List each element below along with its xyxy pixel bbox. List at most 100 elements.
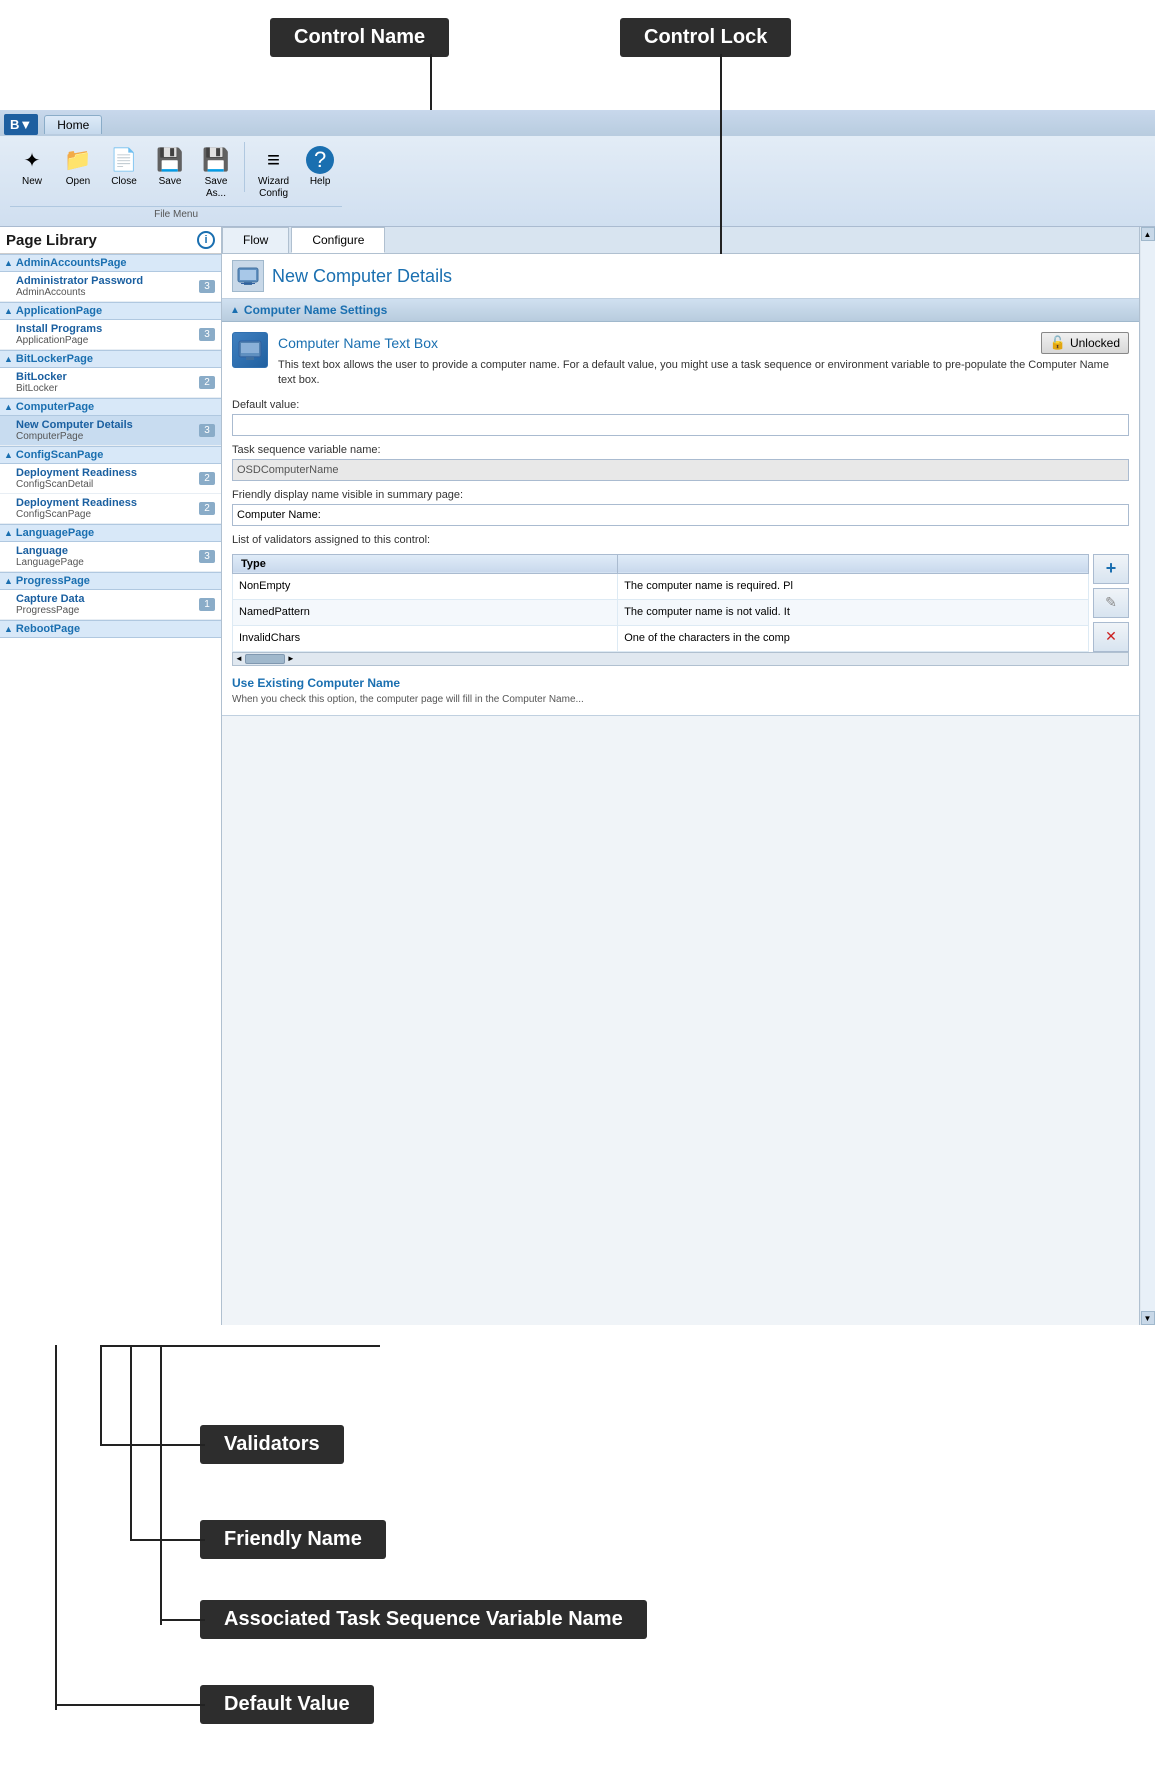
sidebar-item-admin-content: Administrator Password AdminAccounts bbox=[16, 275, 199, 298]
add-validator-button[interactable]: + bbox=[1093, 554, 1129, 584]
sidebar-item-bitlocker-sub: BitLocker bbox=[16, 383, 199, 394]
edit-validator-button[interactable]: ✎ bbox=[1093, 588, 1129, 618]
sidebar-group-bitlocker[interactable]: ▲ BitLockerPage bbox=[0, 350, 221, 368]
control-icon bbox=[232, 332, 268, 368]
sidebar-group-reboot[interactable]: ▲ RebootPage bbox=[0, 620, 221, 638]
sidebar-item-language[interactable]: Language LanguagePage 3 bbox=[0, 542, 221, 572]
sidebar-item-computer-name: New Computer Details bbox=[16, 419, 199, 431]
validators-col-type: Type bbox=[233, 554, 618, 573]
sidebar-item-admin-password[interactable]: Administrator Password AdminAccounts 3 bbox=[0, 272, 221, 302]
validators-callout: Validators bbox=[200, 1425, 344, 1464]
wizard-config-button[interactable]: ≡ WizardConfig bbox=[251, 142, 296, 204]
sidebar-item-admin-sub: AdminAccounts bbox=[16, 287, 199, 298]
sidebar-group-admin[interactable]: ▲ AdminAccountsPage bbox=[0, 254, 221, 272]
sidebar-item-configscan1-badge: 2 bbox=[199, 472, 215, 485]
file-menu-label: File Menu bbox=[10, 206, 342, 222]
close-button[interactable]: 📄 Close bbox=[102, 142, 146, 204]
sidebar-item-language-sub: LanguagePage bbox=[16, 557, 199, 568]
sidebar-item-app-content: Install Programs ApplicationPage bbox=[16, 323, 199, 346]
page-title: New Computer Details bbox=[272, 266, 452, 287]
sidebar-group-progress[interactable]: ▲ ProgressPage bbox=[0, 572, 221, 590]
sidebar-item-app-name: Install Programs bbox=[16, 323, 199, 335]
sidebar-item-language-name: Language bbox=[16, 545, 199, 557]
delete-validator-button[interactable]: ✕ bbox=[1093, 622, 1129, 652]
validators-scrollbar[interactable]: ◄ ► bbox=[232, 652, 1129, 666]
sidebar-group-configscan[interactable]: ▲ ConfigScanPage bbox=[0, 446, 221, 464]
sidebar-group-app-title: ApplicationPage bbox=[16, 305, 102, 317]
sidebar-arrow-language: ▲ bbox=[4, 528, 13, 538]
lock-badge[interactable]: 🔓 Unlocked bbox=[1041, 332, 1129, 354]
edit-validator-icon: ✎ bbox=[1105, 594, 1117, 611]
help-icon: ? bbox=[306, 146, 334, 174]
friendly-input[interactable] bbox=[232, 504, 1129, 526]
sidebar-arrow-computer: ▲ bbox=[4, 402, 13, 412]
validator-row-nonempty[interactable]: NonEmpty The computer name is required. … bbox=[233, 573, 1089, 599]
save-as-icon: 💾 bbox=[202, 146, 230, 174]
help-button[interactable]: ? Help bbox=[298, 142, 342, 204]
main-layout: Page Library i ▲ AdminAccountsPage Admin… bbox=[0, 227, 1155, 1325]
save-button[interactable]: 💾 Save bbox=[148, 142, 192, 204]
section-header[interactable]: ▲ Computer Name Settings bbox=[222, 299, 1139, 322]
task-seq-input[interactable] bbox=[232, 459, 1129, 481]
lock-icon: 🔓 bbox=[1050, 335, 1066, 351]
sidebar-item-admin-name: Administrator Password bbox=[16, 275, 199, 287]
sidebar-group-configscan-title: ConfigScanPage bbox=[16, 449, 103, 461]
page-content: New Computer Details ▲ Computer Name Set… bbox=[222, 254, 1139, 716]
control-info: Computer Name Text Box 🔓 Unlocked This t… bbox=[278, 332, 1129, 389]
control-header-row: Computer Name Text Box 🔓 Unlocked This t… bbox=[232, 332, 1129, 389]
scrollbar-thumb bbox=[245, 654, 285, 664]
sidebar-item-bitlocker[interactable]: BitLocker BitLocker 2 bbox=[0, 368, 221, 398]
new-button[interactable]: ✦ New bbox=[10, 142, 54, 204]
scroll-track bbox=[1141, 241, 1155, 1311]
validator-type-nonempty: NonEmpty bbox=[233, 573, 618, 599]
tab-configure[interactable]: Configure bbox=[291, 227, 385, 253]
validator-row-invalidchars[interactable]: InvalidChars One of the characters in th… bbox=[233, 625, 1089, 651]
sidebar-title: Page Library bbox=[6, 232, 197, 249]
section-content: Computer Name Text Box 🔓 Unlocked This t… bbox=[222, 322, 1139, 716]
save-as-label: SaveAs... bbox=[205, 176, 228, 200]
sidebar-group-app[interactable]: ▲ ApplicationPage bbox=[0, 302, 221, 320]
sidebar-item-app-badge: 3 bbox=[199, 328, 215, 341]
sidebar-info-icon[interactable]: i bbox=[197, 231, 215, 249]
sidebar-item-install-programs[interactable]: Install Programs ApplicationPage 3 bbox=[0, 320, 221, 350]
sidebar-item-configscan2-name: Deployment Readiness bbox=[16, 497, 199, 509]
validator-type-namedpattern: NamedPattern bbox=[233, 599, 618, 625]
sidebar-group-reboot-title: RebootPage bbox=[16, 623, 80, 635]
ribbon-separator bbox=[244, 142, 245, 192]
save-label: Save bbox=[159, 176, 182, 188]
sidebar-arrow-configscan: ▲ bbox=[4, 450, 13, 460]
scroll-left-arrow[interactable]: ◄ bbox=[233, 654, 245, 663]
sidebar-arrow-reboot: ▲ bbox=[4, 624, 13, 634]
validators-line-h1 bbox=[100, 1345, 380, 1347]
app-menu-icon: B▼ bbox=[10, 117, 32, 132]
validators-label: List of validators assigned to this cont… bbox=[232, 534, 1129, 546]
app-menu-button[interactable]: B▼ bbox=[4, 114, 38, 135]
sidebar-item-new-computer-details[interactable]: New Computer Details ComputerPage 3 bbox=[0, 416, 221, 446]
control-name-row: Computer Name Text Box 🔓 Unlocked bbox=[278, 332, 1129, 354]
sidebar-group-language[interactable]: ▲ LanguagePage bbox=[0, 524, 221, 542]
validators-section: Type NonEmpty The computer name is requi… bbox=[232, 554, 1129, 666]
sidebar-item-bitlocker-name: BitLocker bbox=[16, 371, 199, 383]
scroll-down-button[interactable]: ▼ bbox=[1141, 1311, 1155, 1325]
default-val-line-v bbox=[55, 1345, 57, 1710]
save-as-button[interactable]: 💾 SaveAs... bbox=[194, 142, 238, 204]
new-label: New bbox=[22, 176, 42, 188]
sidebar-arrow-admin: ▲ bbox=[4, 258, 13, 268]
ribbon: B▼ Home ✦ New 📁 Open 📄 Close 💾 bbox=[0, 110, 1155, 227]
default-value-input[interactable] bbox=[232, 414, 1129, 436]
tab-home[interactable]: Home bbox=[44, 115, 102, 134]
sidebar-group-computer[interactable]: ▲ ComputerPage bbox=[0, 398, 221, 416]
scroll-right-arrow[interactable]: ► bbox=[285, 654, 297, 663]
validator-row-namedpattern[interactable]: NamedPattern The computer name is not va… bbox=[233, 599, 1089, 625]
sidebar-item-capture-data[interactable]: Capture Data ProgressPage 1 bbox=[0, 590, 221, 620]
sidebar-item-configscan1-sub: ConfigScanDetail bbox=[16, 479, 199, 490]
sidebar-item-configscan2-sub: ConfigScanPage bbox=[16, 509, 199, 520]
scroll-up-button[interactable]: ▲ bbox=[1141, 227, 1155, 241]
use-existing-link[interactable]: Use Existing Computer Name bbox=[232, 676, 400, 690]
tab-flow[interactable]: Flow bbox=[222, 227, 289, 253]
sidebar-group-admin-title: AdminAccountsPage bbox=[16, 257, 127, 269]
open-button[interactable]: 📁 Open bbox=[56, 142, 100, 204]
sidebar-item-deployment-readiness-1[interactable]: Deployment Readiness ConfigScanDetail 2 bbox=[0, 464, 221, 494]
ribbon-buttons-row: ✦ New 📁 Open 📄 Close 💾 Save 💾 Save bbox=[10, 142, 342, 204]
sidebar-item-deployment-readiness-2[interactable]: Deployment Readiness ConfigScanPage 2 bbox=[0, 494, 221, 524]
